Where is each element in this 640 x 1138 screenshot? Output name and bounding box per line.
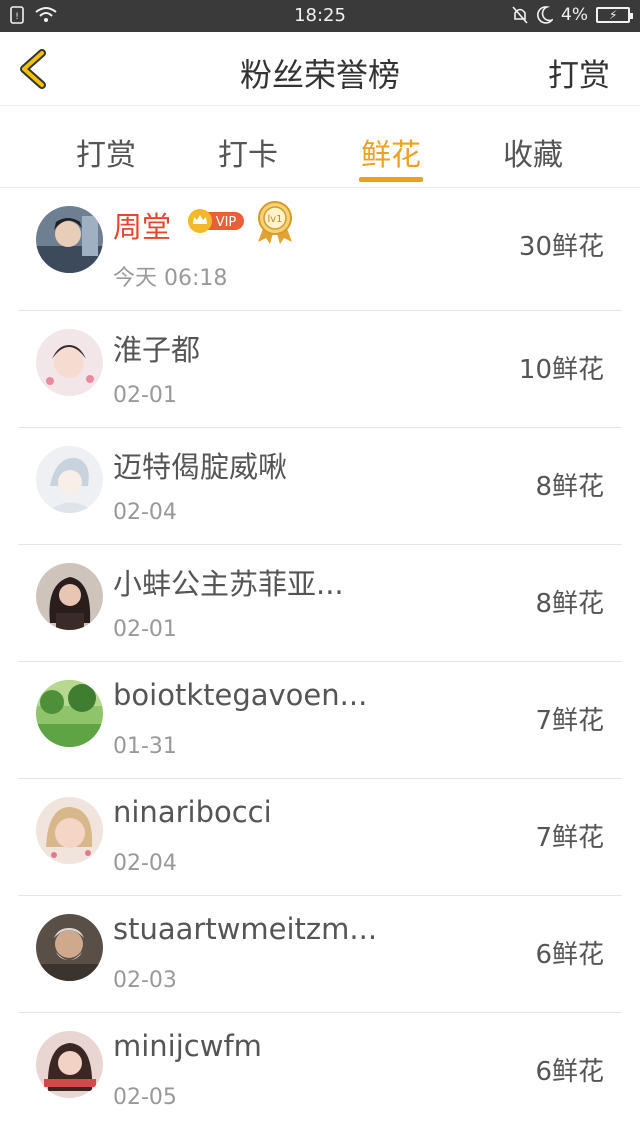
fan-date: 02-01 xyxy=(113,617,177,642)
fan-name: ninaribocci xyxy=(113,795,272,829)
fan-date: 01-31 xyxy=(113,734,177,759)
page-title: 粉丝荣誉榜 xyxy=(239,56,400,94)
list-item[interactable]: 小蚌公主苏菲亚... 02-01 8鲜花 xyxy=(0,545,640,662)
fan-date: 02-05 xyxy=(113,1085,177,1110)
fans-list: 周堂 VIP lv1 今天 06:18 30鲜花 淮子都 02-01 10鲜花 … xyxy=(0,188,640,1130)
nav-header: 粉丝荣誉榜 打赏 xyxy=(0,32,640,106)
flower-amount: 8鲜花 xyxy=(535,589,604,619)
avatar[interactable] xyxy=(36,446,103,513)
fan-date: 02-04 xyxy=(113,500,177,525)
fan-date: 02-01 xyxy=(113,383,177,408)
fan-date: 今天 06:18 xyxy=(113,266,228,291)
tab-reward[interactable]: 打赏 xyxy=(56,130,156,174)
tab-flowers[interactable]: 鲜花 xyxy=(341,130,441,174)
flower-amount: 30鲜花 xyxy=(518,232,604,262)
avatar[interactable] xyxy=(36,1031,103,1098)
status-right-icons: 4% ⚡ xyxy=(511,5,633,25)
flower-amount: 6鲜花 xyxy=(535,940,604,970)
level-label: lv1 xyxy=(267,214,282,225)
avatar[interactable] xyxy=(36,914,103,981)
tab-favorites[interactable]: 收藏 xyxy=(483,130,583,174)
fan-name: 小蚌公主苏菲亚... xyxy=(113,567,344,601)
battery-icon: ⚡ xyxy=(596,7,633,23)
list-item[interactable]: 淮子都 02-01 10鲜花 xyxy=(0,311,640,428)
avatar[interactable] xyxy=(36,206,103,273)
battery-percent: 4% xyxy=(561,5,588,25)
tab-checkin[interactable]: 打卡 xyxy=(198,130,298,174)
avatar[interactable] xyxy=(36,680,103,747)
fan-name: 淮子都 xyxy=(113,333,201,367)
fan-name: 周堂 xyxy=(113,210,172,244)
vip-label: VIP xyxy=(216,215,237,230)
flower-amount: 8鲜花 xyxy=(535,472,604,502)
flower-amount: 6鲜花 xyxy=(535,1057,604,1087)
fan-name: 迈特偈腚威啾 xyxy=(113,450,288,484)
avatar[interactable] xyxy=(36,329,103,396)
avatar[interactable] xyxy=(36,797,103,864)
list-item[interactable]: 迈特偈腚威啾 02-04 8鲜花 xyxy=(0,428,640,545)
list-item[interactable]: ninaribocci 02-04 7鲜花 xyxy=(0,779,640,896)
fan-date: 02-03 xyxy=(113,968,177,993)
list-item[interactable]: boiotktegavoen... 01-31 7鲜花 xyxy=(0,662,640,779)
moon-icon xyxy=(537,6,554,24)
flower-amount: 7鲜花 xyxy=(535,706,604,736)
fan-name: minijcwfm xyxy=(113,1029,262,1063)
mute-bell-icon xyxy=(512,6,528,24)
flower-amount: 7鲜花 xyxy=(535,823,604,853)
status-bar: ! 18:25 4% ⚡ xyxy=(0,0,640,32)
flower-amount: 10鲜花 xyxy=(518,355,604,385)
fan-name: boiotktegavoen... xyxy=(113,678,368,712)
level-medal-badge: lv1 xyxy=(258,201,292,244)
fan-date: 02-04 xyxy=(113,851,177,876)
list-item[interactable]: minijcwfm 02-05 6鲜花 xyxy=(0,1013,640,1130)
active-tab-indicator xyxy=(359,177,423,182)
vip-crown-badge: VIP xyxy=(188,209,244,233)
list-item[interactable]: stuaartwmeitzm... 02-03 6鲜花 xyxy=(0,896,640,1013)
tab-bar: 打赏 打卡 鲜花 收藏 xyxy=(0,106,640,188)
list-item[interactable]: 周堂 VIP lv1 今天 06:18 30鲜花 xyxy=(0,188,640,311)
reward-button[interactable]: 打赏 xyxy=(548,50,610,95)
fan-name: stuaartwmeitzm... xyxy=(113,912,378,946)
avatar[interactable] xyxy=(36,563,103,630)
